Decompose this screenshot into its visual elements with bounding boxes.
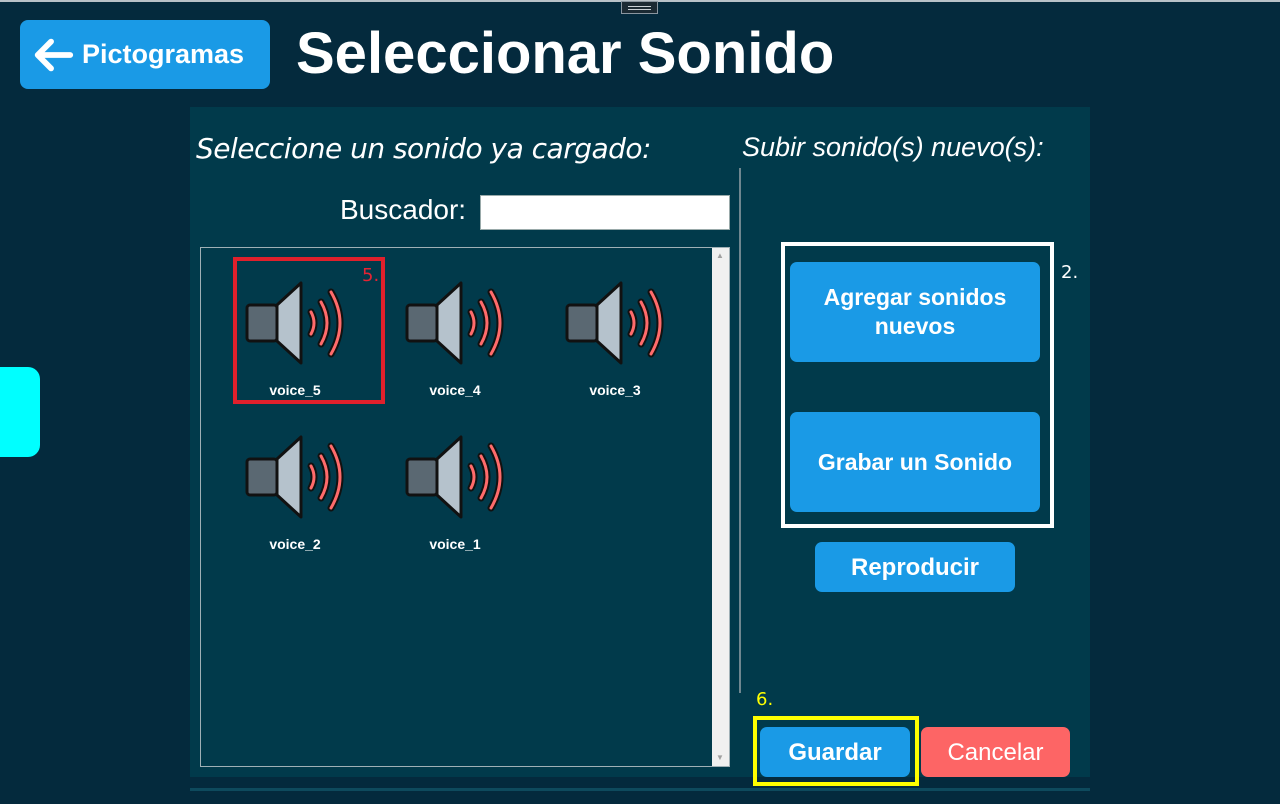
play-button[interactable]: Reproducir: [815, 542, 1015, 592]
scroll-up-icon[interactable]: ▲: [716, 251, 724, 261]
back-button-label: Pictogramas: [82, 39, 245, 69]
step-annotation-6: 6.: [756, 689, 774, 710]
step-annotation-2: 2.: [1061, 262, 1079, 283]
cancel-button[interactable]: Cancelar: [921, 727, 1070, 777]
speaker-icon: [565, 281, 664, 365]
section-divider: [739, 168, 741, 693]
search-label: Buscador:: [340, 194, 467, 225]
record-sound-button[interactable]: Grabar un Sonido: [790, 412, 1040, 512]
sound-item-voice_4[interactable]: voice_4: [395, 258, 535, 398]
sound-item-voice_2[interactable]: voice_2: [235, 412, 375, 552]
loaded-sounds-heading: Seleccione un sonido ya cargado:: [196, 132, 651, 165]
sound-item-name: voice_2: [269, 536, 321, 552]
sound-item-name: voice_3: [589, 382, 641, 398]
speaker-icon: [405, 435, 504, 519]
add-new-sounds-button[interactable]: Agregar sonidos nuevos: [790, 262, 1040, 362]
sound-list-scrollbar[interactable]: ▲ ▼: [712, 248, 729, 766]
scroll-down-icon[interactable]: ▼: [716, 753, 724, 763]
page-title: Seleccionar Sonido: [296, 21, 835, 86]
step-annotation-5: 5.: [362, 265, 380, 286]
speaker-icon: [405, 281, 504, 365]
window-drag-handle[interactable]: [621, 1, 658, 14]
sound-item-name: voice_1: [429, 536, 481, 552]
sound-item-voice_3[interactable]: voice_3: [555, 258, 695, 398]
bottom-divider: [190, 788, 1090, 791]
search-input[interactable]: [480, 195, 730, 230]
sound-item-voice_1[interactable]: voice_1: [395, 412, 535, 552]
sound-item-name: voice_4: [429, 382, 481, 398]
speaker-icon: [245, 435, 344, 519]
side-drawer-tab[interactable]: [0, 367, 40, 457]
save-button[interactable]: Guardar: [760, 727, 910, 777]
upload-sounds-heading: Subir sonido(s) nuevo(s):: [742, 132, 1044, 162]
arrow-left-icon: [34, 38, 74, 71]
back-to-pictogramas-button[interactable]: Pictogramas: [20, 20, 270, 89]
